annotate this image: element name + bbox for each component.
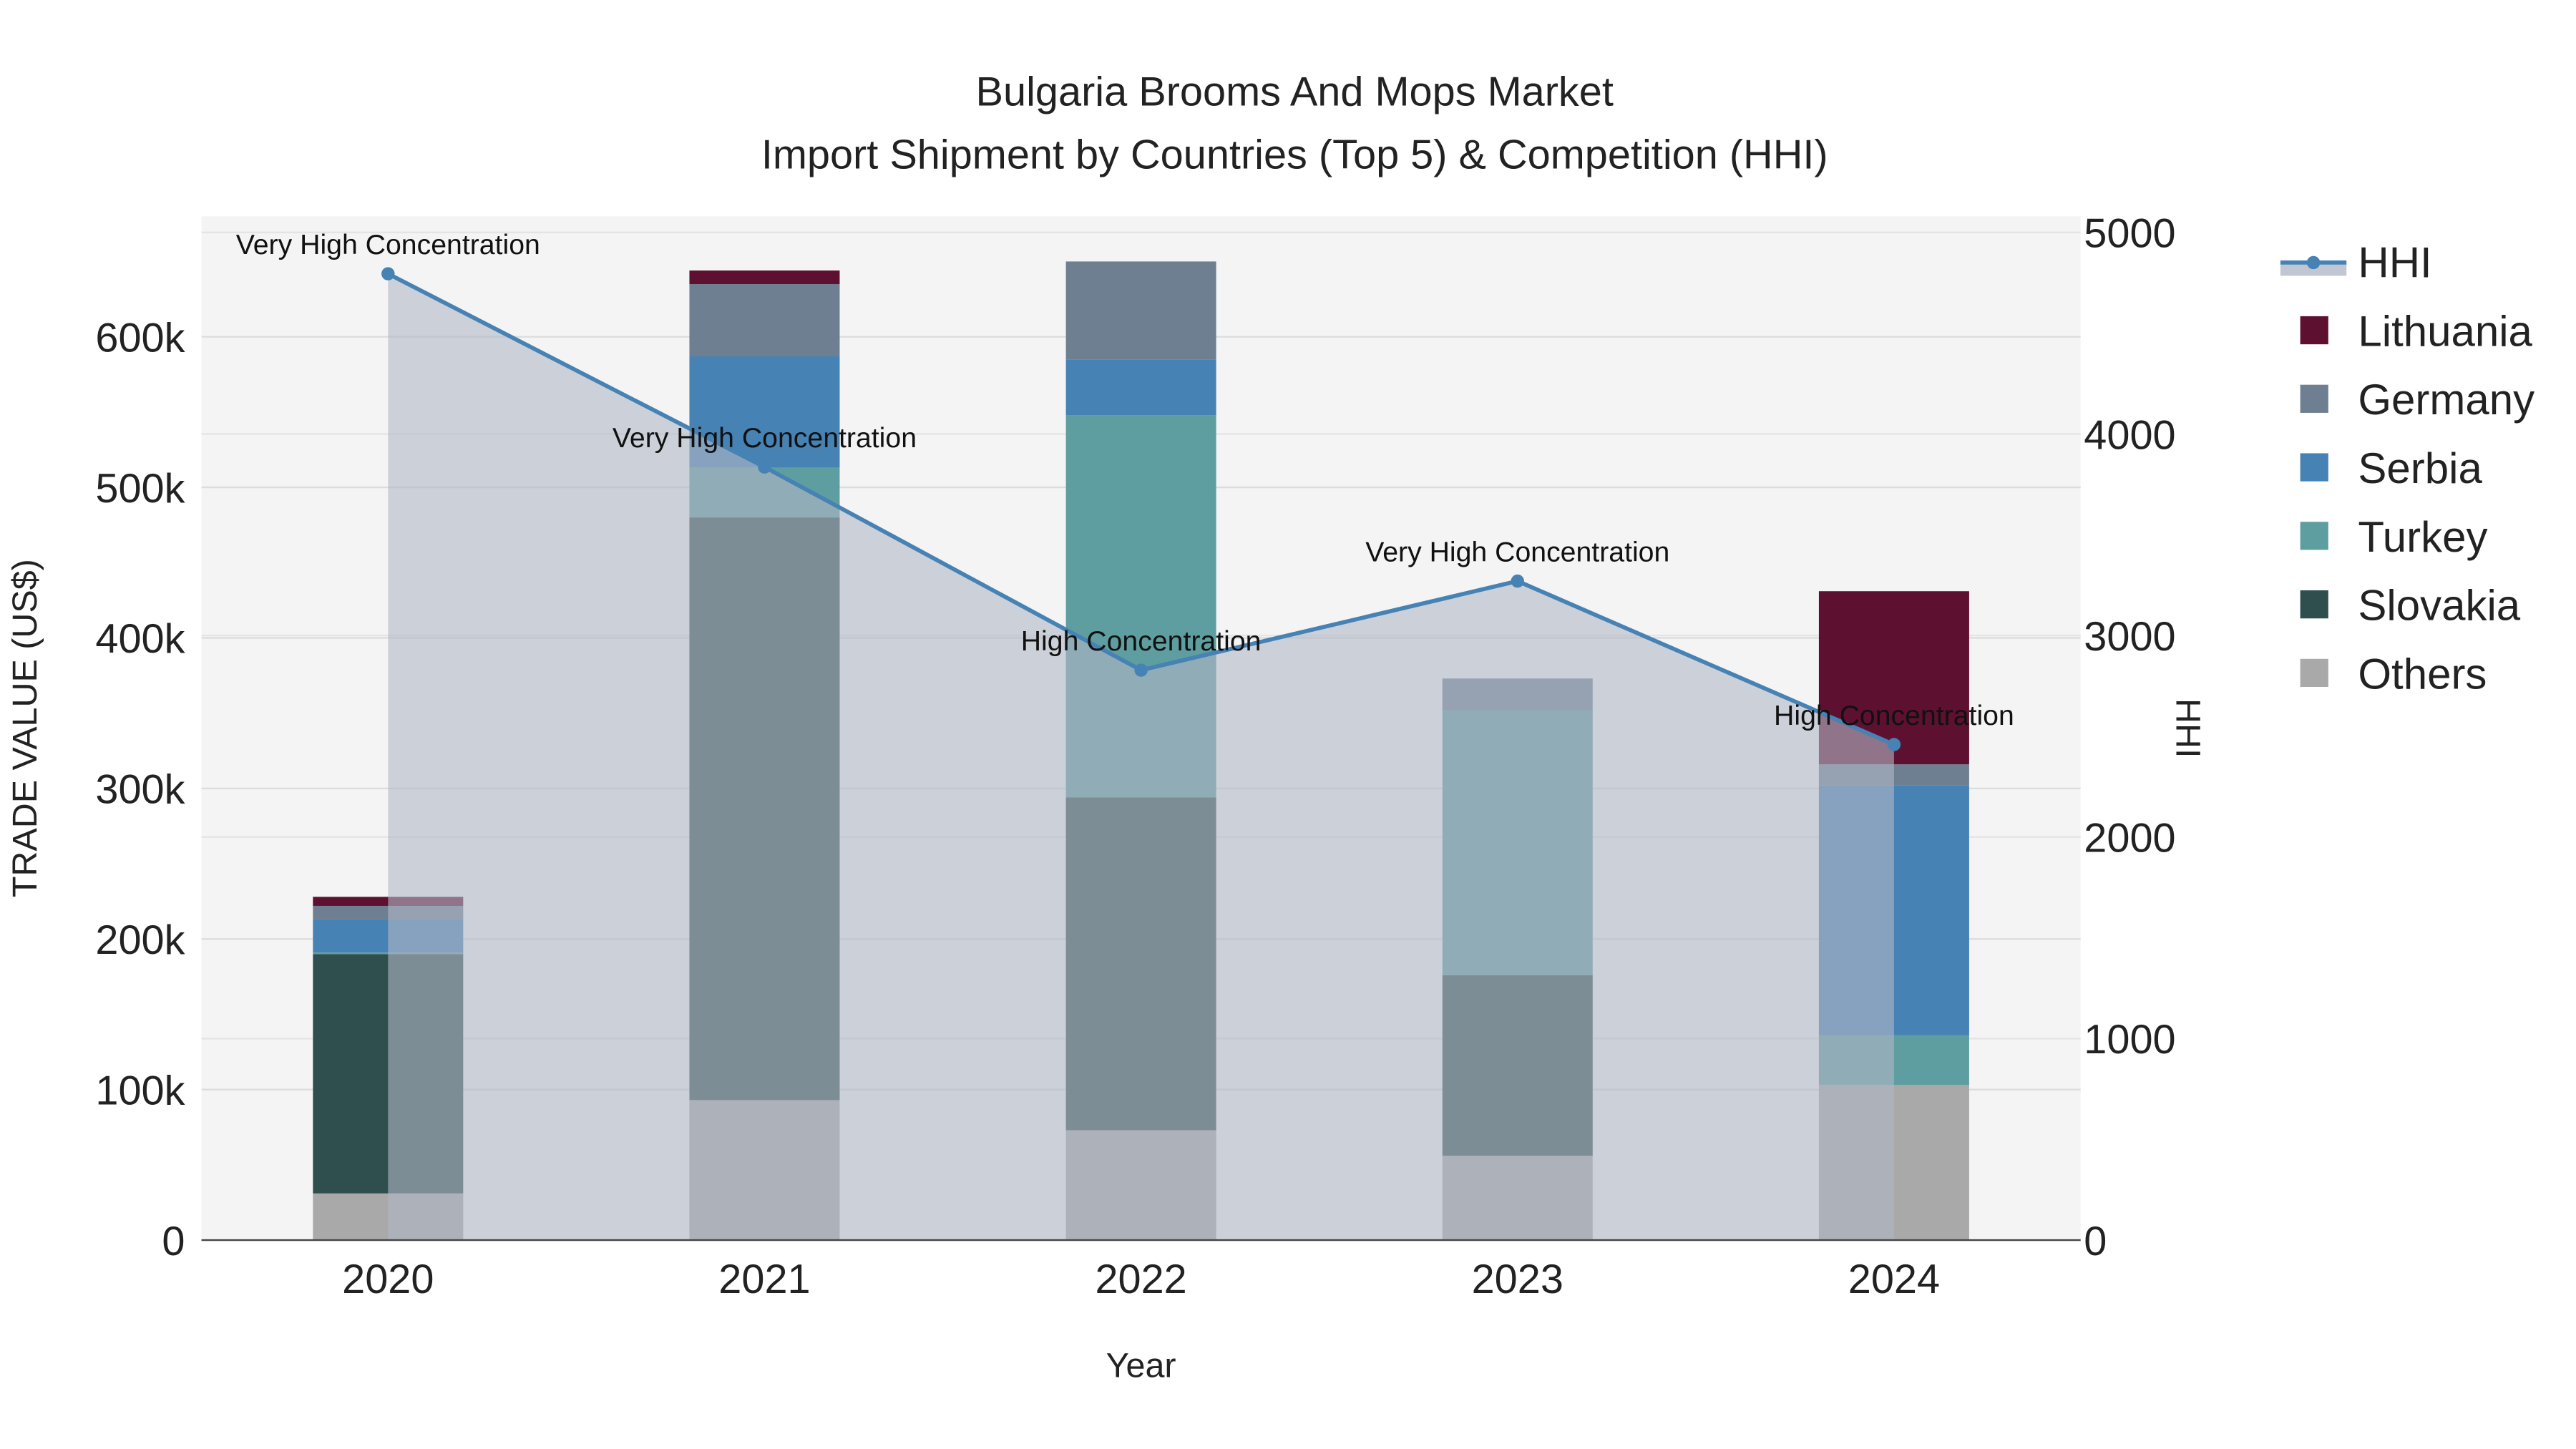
hhi-annotation: High Concentration — [1021, 625, 1262, 657]
y2-tick-label: 5000 — [2084, 211, 2175, 257]
legend-label-lithuania: Lithuania — [2358, 307, 2532, 355]
hhi-point — [1887, 738, 1901, 751]
hhi-point — [1511, 574, 1524, 588]
bar-serbia — [1065, 359, 1216, 416]
hhi-point — [758, 460, 771, 474]
y-tick-label: 300k — [95, 767, 185, 813]
y-tick-label: 0 — [162, 1219, 185, 1264]
hhi-annotation: Very High Concentration — [236, 229, 540, 260]
y-tick-label: 600k — [95, 315, 185, 361]
hhi-annotation: High Concentration — [1774, 700, 2014, 731]
y-tick-label: 500k — [95, 466, 185, 512]
legend-label-others: Others — [2358, 650, 2487, 698]
x-tick-label: 2020 — [342, 1257, 434, 1302]
legend: HHI Lithuania Germany Serbia Turkey Slovakia O… — [2280, 239, 2534, 698]
legend-swatch-serbia — [2300, 453, 2328, 482]
hhi-point — [1134, 663, 1148, 677]
x-tick-label: 2023 — [1472, 1257, 1563, 1302]
legend-label-turkey: Turkey — [2358, 513, 2487, 561]
bar-germany — [1065, 261, 1216, 360]
hhi-annotation: Very High Concentration — [613, 422, 917, 454]
x-tick-label: 2021 — [718, 1257, 810, 1302]
y2-tick-label: 4000 — [2084, 412, 2175, 458]
y-tick-label: 100k — [95, 1068, 185, 1113]
y2-axis-title: HHI — [2169, 698, 2207, 758]
y2-tick-label: 3000 — [2084, 614, 2175, 660]
chart: Very High Concentration Very High Concent… — [6, 69, 2534, 1385]
bar-lithuania — [689, 270, 840, 284]
bar-germany — [689, 283, 840, 356]
legend-label-serbia: Serbia — [2358, 444, 2482, 492]
legend-swatch-others — [2300, 658, 2328, 687]
hhi-point — [381, 267, 395, 280]
legend-swatch-germany — [2300, 384, 2328, 413]
y-tick-label: 200k — [95, 917, 185, 963]
chart-title: Bulgaria Brooms And Mops Market — [976, 69, 1614, 115]
y2-tick-label: 1000 — [2084, 1017, 2175, 1063]
legend-label-germany: Germany — [2358, 376, 2534, 424]
x-axis-title: Year — [1106, 1347, 1176, 1385]
hhi-annotation: Very High Concentration — [1365, 536, 1669, 567]
x-tick-label: 2024 — [1848, 1257, 1940, 1302]
y2-tick-label: 2000 — [2084, 816, 2175, 862]
y2-tick-label: 0 — [2084, 1219, 2107, 1264]
y-axis-title: TRADE VALUE (US$) — [6, 559, 44, 897]
legend-label-hhi: HHI — [2358, 239, 2431, 287]
x-tick-label: 2022 — [1095, 1257, 1186, 1302]
legend-swatch-slovakia — [2300, 590, 2328, 619]
legend-swatch-hhi-marker — [2306, 255, 2321, 270]
legend-swatch-lithuania — [2300, 316, 2328, 345]
legend-label-slovakia: Slovakia — [2358, 582, 2520, 630]
chart-subtitle: Import Shipment by Countries (Top 5) & C… — [761, 132, 1828, 177]
y-tick-label: 400k — [95, 616, 185, 662]
legend-swatch-turkey — [2300, 522, 2328, 550]
